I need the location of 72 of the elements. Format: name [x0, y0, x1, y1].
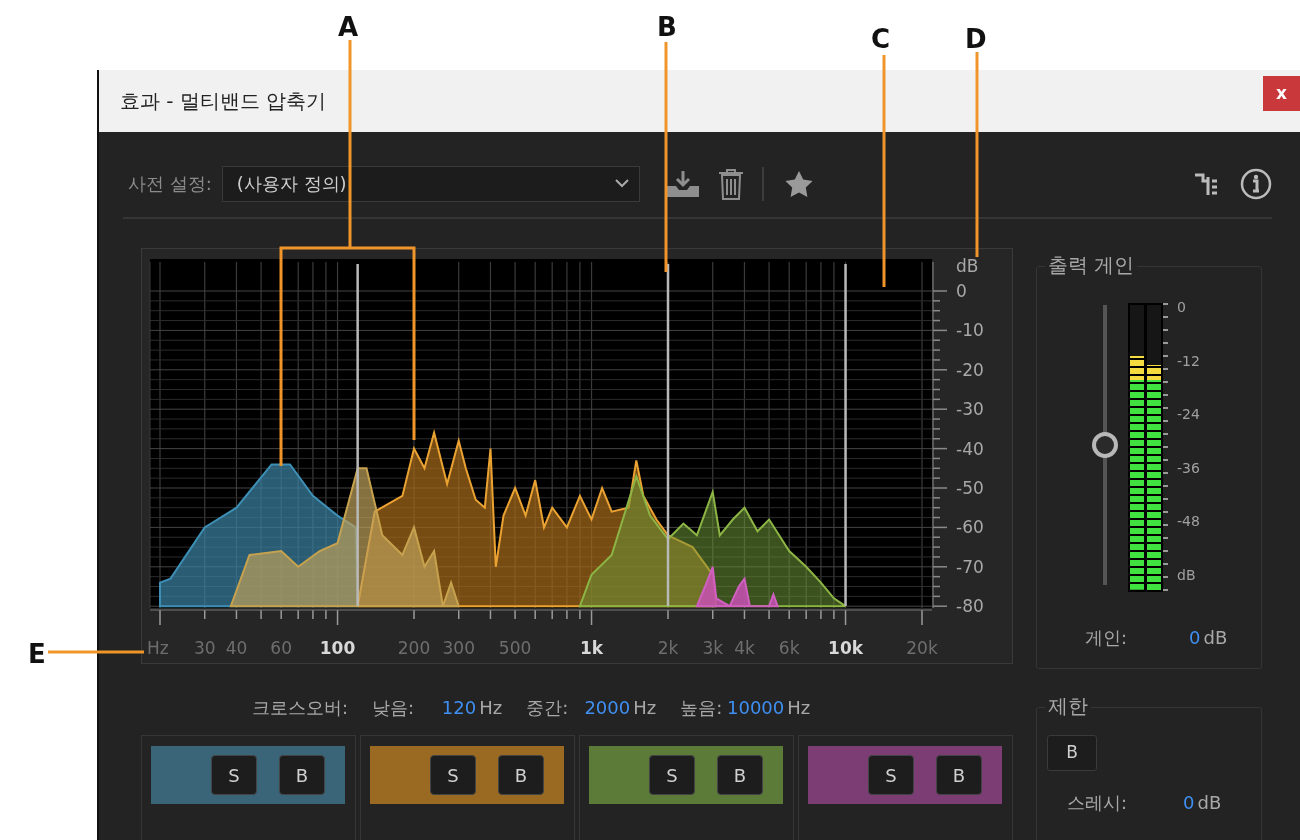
axis-label: 10k: [828, 638, 863, 658]
axis-label: 4k: [734, 638, 755, 658]
solo-button[interactable]: S: [430, 755, 476, 795]
unit-label: dB: [1203, 626, 1228, 650]
chevron-icon: [614, 179, 629, 188]
axis-label: 3k: [702, 638, 724, 658]
meter-label: -36: [1177, 458, 1200, 478]
slider-thumb[interactable]: [1092, 432, 1118, 458]
callout-label: E: [28, 641, 46, 667]
crossover-band-label: 높음:: [680, 695, 723, 720]
gain-label: 게인:: [1085, 626, 1128, 650]
crossover-label: 크로스오버:: [252, 695, 349, 720]
unit-label: dB: [1197, 791, 1222, 815]
preset-label: 사전 설정:: [128, 172, 212, 196]
axis-label: -70: [956, 556, 984, 577]
bypass-button[interactable]: B: [1047, 735, 1097, 771]
axis-label: -20: [956, 359, 984, 380]
callout-label: C: [871, 26, 891, 52]
gain-value[interactable]: 0: [1189, 624, 1201, 651]
axis-label: -40: [956, 438, 984, 459]
axis-label: -60: [956, 517, 984, 538]
bypass-button[interactable]: B: [279, 755, 325, 795]
info-icon[interactable]: [1240, 167, 1272, 200]
threshold-label: 스레시:: [1067, 791, 1128, 815]
unit-label: Hz: [787, 695, 811, 720]
axis-label: -10: [956, 320, 984, 341]
axis-label: 200: [397, 638, 431, 658]
unit-label: Hz: [479, 695, 503, 720]
trash-icon[interactable]: [717, 167, 744, 200]
axis-label: 30: [193, 638, 216, 658]
threshold-value[interactable]: 0: [1183, 789, 1195, 816]
bypass-button[interactable]: B: [936, 755, 982, 795]
axis-unit: dB: [956, 256, 979, 276]
callout-label: A: [338, 14, 359, 40]
meter-label: -48: [1177, 512, 1200, 532]
axis-label: 6k: [778, 638, 800, 658]
download-icon[interactable]: [665, 169, 700, 198]
callout-label: B: [657, 14, 677, 40]
meter-label: dB: [1177, 565, 1197, 585]
axis-label: 100: [319, 638, 356, 658]
axis-label: 300: [442, 638, 475, 658]
axis-label: 20k: [906, 638, 938, 658]
bypass-button[interactable]: B: [717, 755, 763, 795]
axis-label: -80: [956, 596, 984, 617]
axis-label: 40: [225, 638, 248, 658]
meter-label: -24: [1177, 405, 1200, 425]
crossover-value[interactable]: 2000: [568, 693, 631, 721]
crossover-value[interactable]: 10000: [722, 693, 785, 721]
axis-label: 0: [956, 281, 967, 301]
axis-label: 2k: [657, 638, 679, 658]
solo-button[interactable]: S: [649, 755, 695, 795]
solo-button[interactable]: S: [211, 755, 257, 795]
callout-label: D: [965, 26, 987, 52]
axis-label: -50: [956, 478, 984, 498]
star-icon[interactable]: [783, 169, 814, 198]
crossover-value[interactable]: 120: [414, 693, 477, 721]
unit-label: Hz: [633, 695, 657, 720]
axis-label: Hz: [147, 638, 169, 658]
axis-label: -30: [956, 399, 984, 420]
axis-label: 500: [498, 638, 532, 658]
bypass-button[interactable]: B: [498, 755, 544, 795]
crossover-band-label: 낮음:: [372, 695, 415, 720]
meter-label: 0: [1177, 298, 1187, 317]
axis-label: 60: [270, 638, 292, 658]
routing-icon[interactable]: [1194, 171, 1218, 196]
preset-dropdown[interactable]: (사용자 정의): [221, 165, 640, 202]
close-button[interactable]: x: [1263, 76, 1300, 111]
crossover-band-label: 중간:: [526, 695, 569, 720]
solo-button[interactable]: S: [868, 755, 914, 795]
window-title: 효과 - 멀티밴드 압축기: [120, 88, 327, 115]
axis-label: 1k: [579, 638, 604, 658]
meter-label: -12: [1177, 351, 1200, 371]
